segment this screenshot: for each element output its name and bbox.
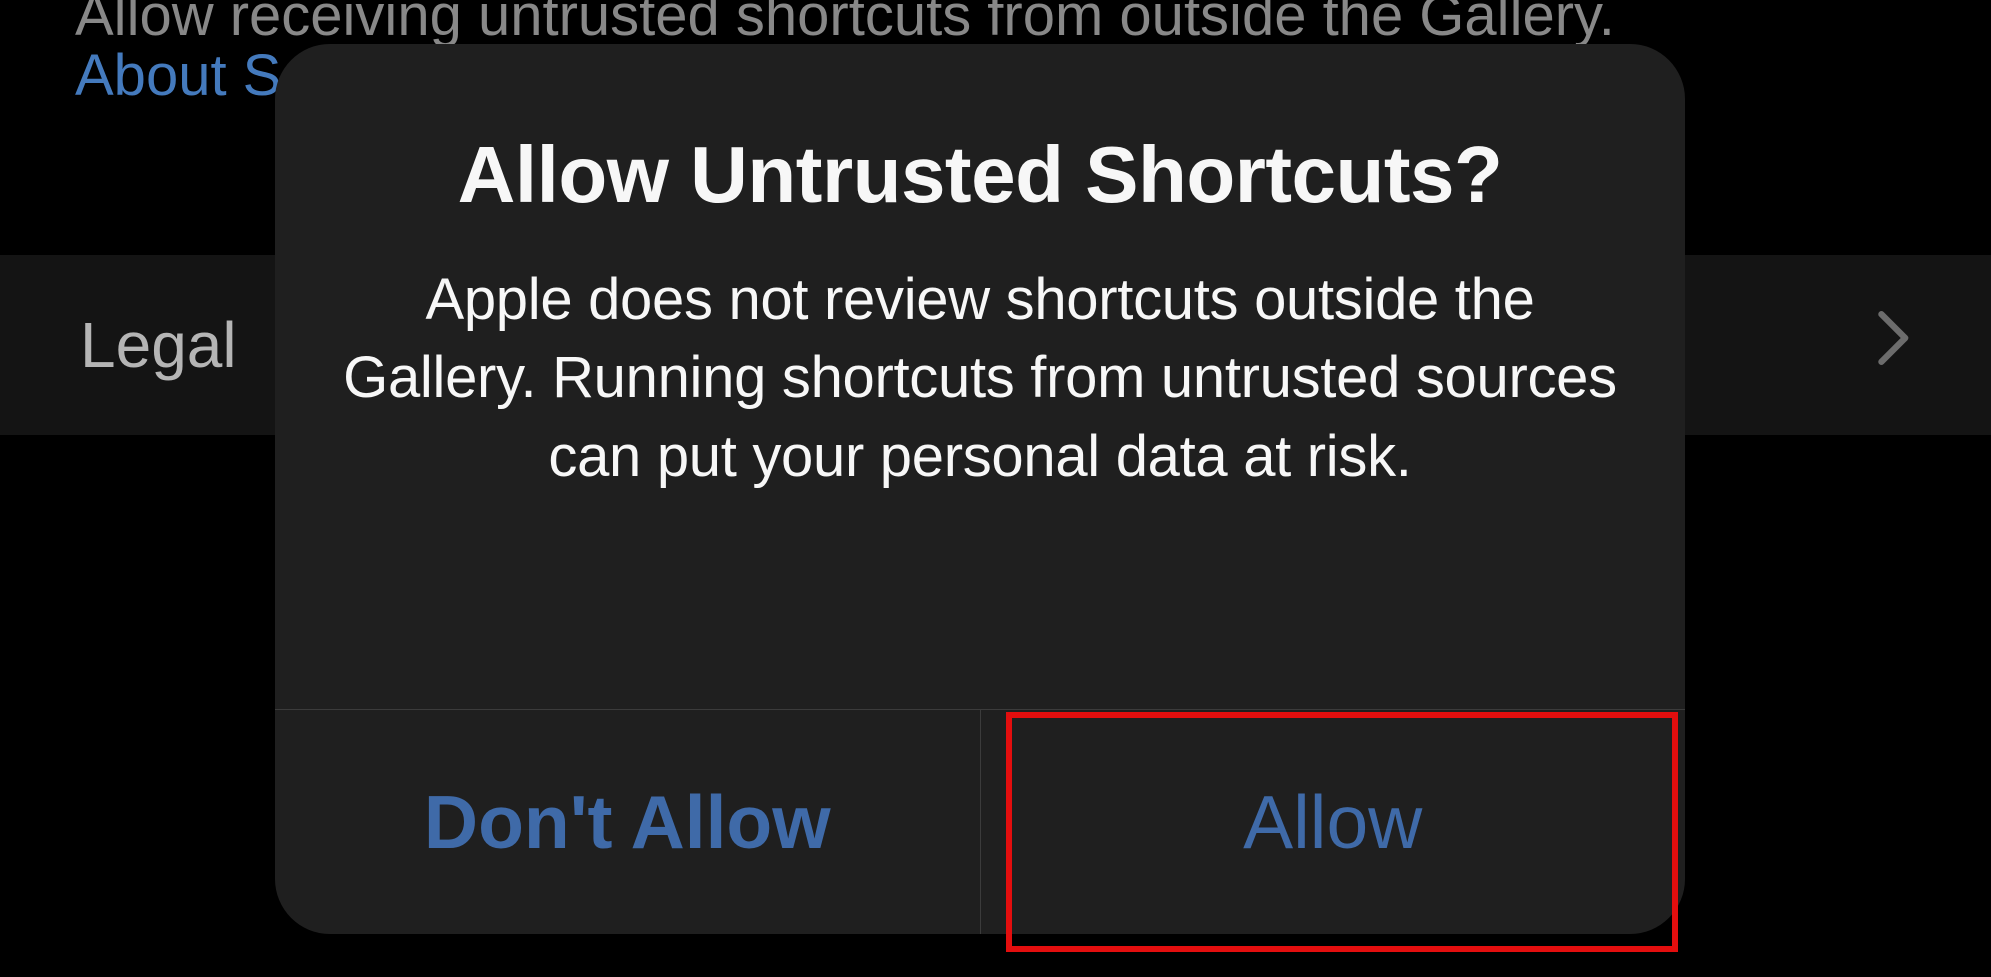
chevron-right-icon [1877, 310, 1911, 380]
allow-untrusted-shortcuts-dialog: Allow Untrusted Shortcuts? Apple does no… [275, 44, 1685, 934]
dont-allow-button[interactable]: Don't Allow [275, 710, 980, 934]
dialog-button-row: Don't Allow Allow [275, 709, 1685, 934]
settings-description-text: Allow receiving untrusted shortcuts from… [75, 0, 1615, 49]
allow-button-label: Allow [1243, 779, 1422, 865]
legal-row-label: Legal [80, 308, 237, 382]
dialog-content: Allow Untrusted Shortcuts? Apple does no… [275, 44, 1685, 709]
dialog-body-text: Apple does not review shortcuts outside … [330, 261, 1630, 496]
dialog-title: Allow Untrusted Shortcuts? [330, 129, 1630, 221]
dont-allow-button-label: Don't Allow [424, 779, 831, 865]
allow-button[interactable]: Allow [980, 710, 1686, 934]
about-link-partial[interactable]: About S [75, 42, 281, 109]
